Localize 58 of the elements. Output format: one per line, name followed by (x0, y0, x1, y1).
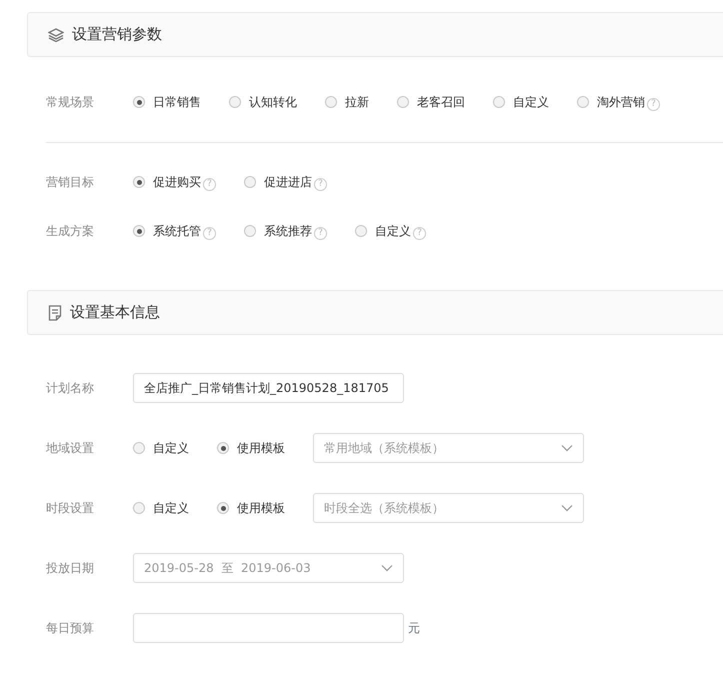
help-icon[interactable]: ? (203, 178, 216, 191)
section-title: 设置营销参数 (72, 24, 162, 46)
radio-label: 老客召回 (417, 94, 465, 111)
radio-label: 日常销售 (153, 94, 201, 111)
radio-label: 淘外营销 (597, 94, 645, 111)
help-icon[interactable]: ? (647, 98, 660, 111)
name-input[interactable]: 全店推广_日常销售计划_20190528_181705 (133, 373, 404, 403)
radio-label: 认知转化 (249, 94, 297, 111)
help-icon[interactable]: ? (314, 178, 327, 191)
layers-icon (48, 28, 64, 42)
radio-label: 使用模板 (237, 500, 285, 517)
field-label: 生成方案 (46, 223, 95, 240)
radio-label: 自定义 (153, 500, 189, 517)
radio-button[interactable] (217, 442, 229, 454)
radio-label: 自定义 (153, 440, 189, 457)
template-select[interactable]: 常用地域（系统模板） (313, 433, 584, 463)
field-label: 计划名称 (46, 380, 95, 397)
field-label: 投放日期 (46, 560, 95, 577)
radio-button[interactable] (133, 225, 145, 237)
field-label: 营销目标 (46, 174, 95, 191)
field-label: 时段设置 (46, 500, 95, 517)
radio-label: 系统托管 (153, 223, 201, 240)
radio-button[interactable] (133, 502, 145, 514)
radio-button[interactable] (133, 442, 145, 454)
radio-label: 系统推荐 (264, 223, 312, 240)
radio-button[interactable] (397, 96, 409, 108)
document-icon (48, 304, 62, 320)
chevron-down-icon (381, 564, 393, 572)
help-icon[interactable]: ? (203, 227, 216, 240)
radio-label: 自定义 (513, 94, 549, 111)
date-range-field[interactable]: 2019-05-28 至 2019-06-03 (133, 553, 404, 583)
chevron-down-icon (561, 444, 573, 452)
radio-button[interactable] (577, 96, 589, 108)
field-label: 每日预算 (46, 620, 95, 637)
radio-button[interactable] (355, 225, 367, 237)
help-icon[interactable]: ? (413, 227, 426, 240)
field-label: 常规场景 (46, 94, 95, 111)
radio-label: 拉新 (345, 94, 369, 111)
radio-button[interactable] (133, 96, 145, 108)
radio-button[interactable] (133, 176, 145, 188)
field-label: 地域设置 (46, 440, 95, 457)
date-range-text: 2019-05-28 至 2019-06-03 (144, 560, 311, 577)
radio-button[interactable] (217, 502, 229, 514)
radio-button[interactable] (493, 96, 505, 108)
radio-label: 使用模板 (237, 440, 285, 457)
radio-button[interactable] (244, 176, 256, 188)
radio-button[interactable] (229, 96, 241, 108)
radio-label: 促进进店 (264, 174, 312, 191)
help-icon[interactable]: ? (314, 227, 327, 240)
chevron-down-icon (561, 504, 573, 512)
budget-input[interactable] (133, 613, 404, 643)
section-title: 设置基本信息 (70, 302, 160, 324)
radio-button[interactable] (244, 225, 256, 237)
radio-label: 自定义 (375, 223, 411, 240)
unit-label: 元 (408, 620, 420, 637)
radio-label: 促进购买 (153, 174, 201, 191)
template-select[interactable]: 时段全选（系统模板） (313, 493, 584, 523)
radio-button[interactable] (325, 96, 337, 108)
